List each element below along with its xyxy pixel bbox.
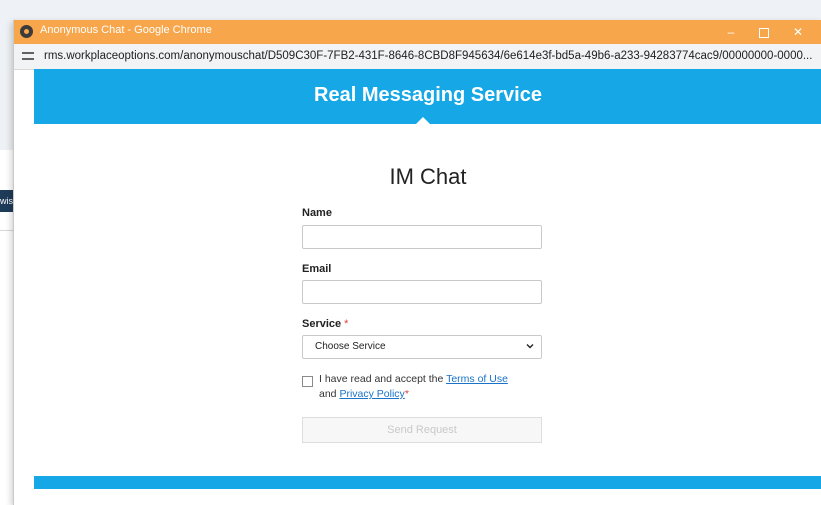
required-mark: * bbox=[344, 318, 349, 330]
email-label: Email bbox=[302, 263, 332, 275]
banner-notch bbox=[415, 117, 431, 125]
service-label-text: Service bbox=[302, 318, 342, 330]
page-content: Real Messaging Service IM Chat Name Emai… bbox=[34, 69, 821, 505]
header-banner: Real Messaging Service bbox=[34, 69, 821, 125]
url-text[interactable]: rms.workplaceoptions.com/anonymouschat/D… bbox=[44, 50, 814, 62]
send-request-button[interactable]: Send Request bbox=[302, 417, 542, 443]
close-icon: ✕ bbox=[792, 25, 804, 39]
email-input[interactable] bbox=[302, 280, 542, 304]
accept-terms-checkbox[interactable] bbox=[302, 376, 313, 387]
banner-title: Real Messaging Service bbox=[314, 84, 542, 106]
service-select[interactable]: Choose Service bbox=[302, 335, 542, 359]
close-button[interactable]: ✕ bbox=[781, 20, 815, 44]
form-title: IM Chat bbox=[389, 164, 467, 189]
terms-text: I have read and accept the Terms of Use … bbox=[319, 372, 519, 402]
background-divider bbox=[0, 230, 14, 231]
name-label: Name bbox=[302, 207, 332, 219]
name-input[interactable] bbox=[302, 225, 542, 249]
site-settings-icon[interactable] bbox=[22, 50, 36, 62]
chevron-down-icon bbox=[526, 344, 534, 349]
privacy-policy-link[interactable]: Privacy Policy bbox=[339, 388, 404, 400]
minimize-button[interactable]: – bbox=[714, 20, 748, 44]
terms-prefix: I have read and accept the bbox=[319, 373, 444, 385]
terms-and: and bbox=[319, 388, 337, 400]
window-title: Anonymous Chat - Google Chrome bbox=[40, 24, 212, 36]
service-label: Service * bbox=[302, 318, 348, 330]
terms-required-mark: * bbox=[404, 388, 409, 400]
background-tab[interactable]: wis bbox=[0, 190, 14, 212]
address-bar[interactable]: rms.workplaceoptions.com/anonymouschat/D… bbox=[14, 44, 821, 70]
terms-of-use-link[interactable]: Terms of Use bbox=[446, 373, 508, 385]
service-selected-value: Choose Service bbox=[315, 341, 386, 352]
chrome-icon bbox=[20, 25, 33, 38]
minimize-icon: – bbox=[727, 25, 735, 39]
window-titlebar[interactable]: Anonymous Chat - Google Chrome – ✕ bbox=[14, 20, 821, 44]
maximize-button[interactable] bbox=[747, 20, 781, 44]
maximize-icon bbox=[759, 27, 769, 38]
chat-popup-window: Anonymous Chat - Google Chrome – ✕ rms.w… bbox=[13, 20, 821, 505]
footer-bar bbox=[34, 476, 821, 489]
